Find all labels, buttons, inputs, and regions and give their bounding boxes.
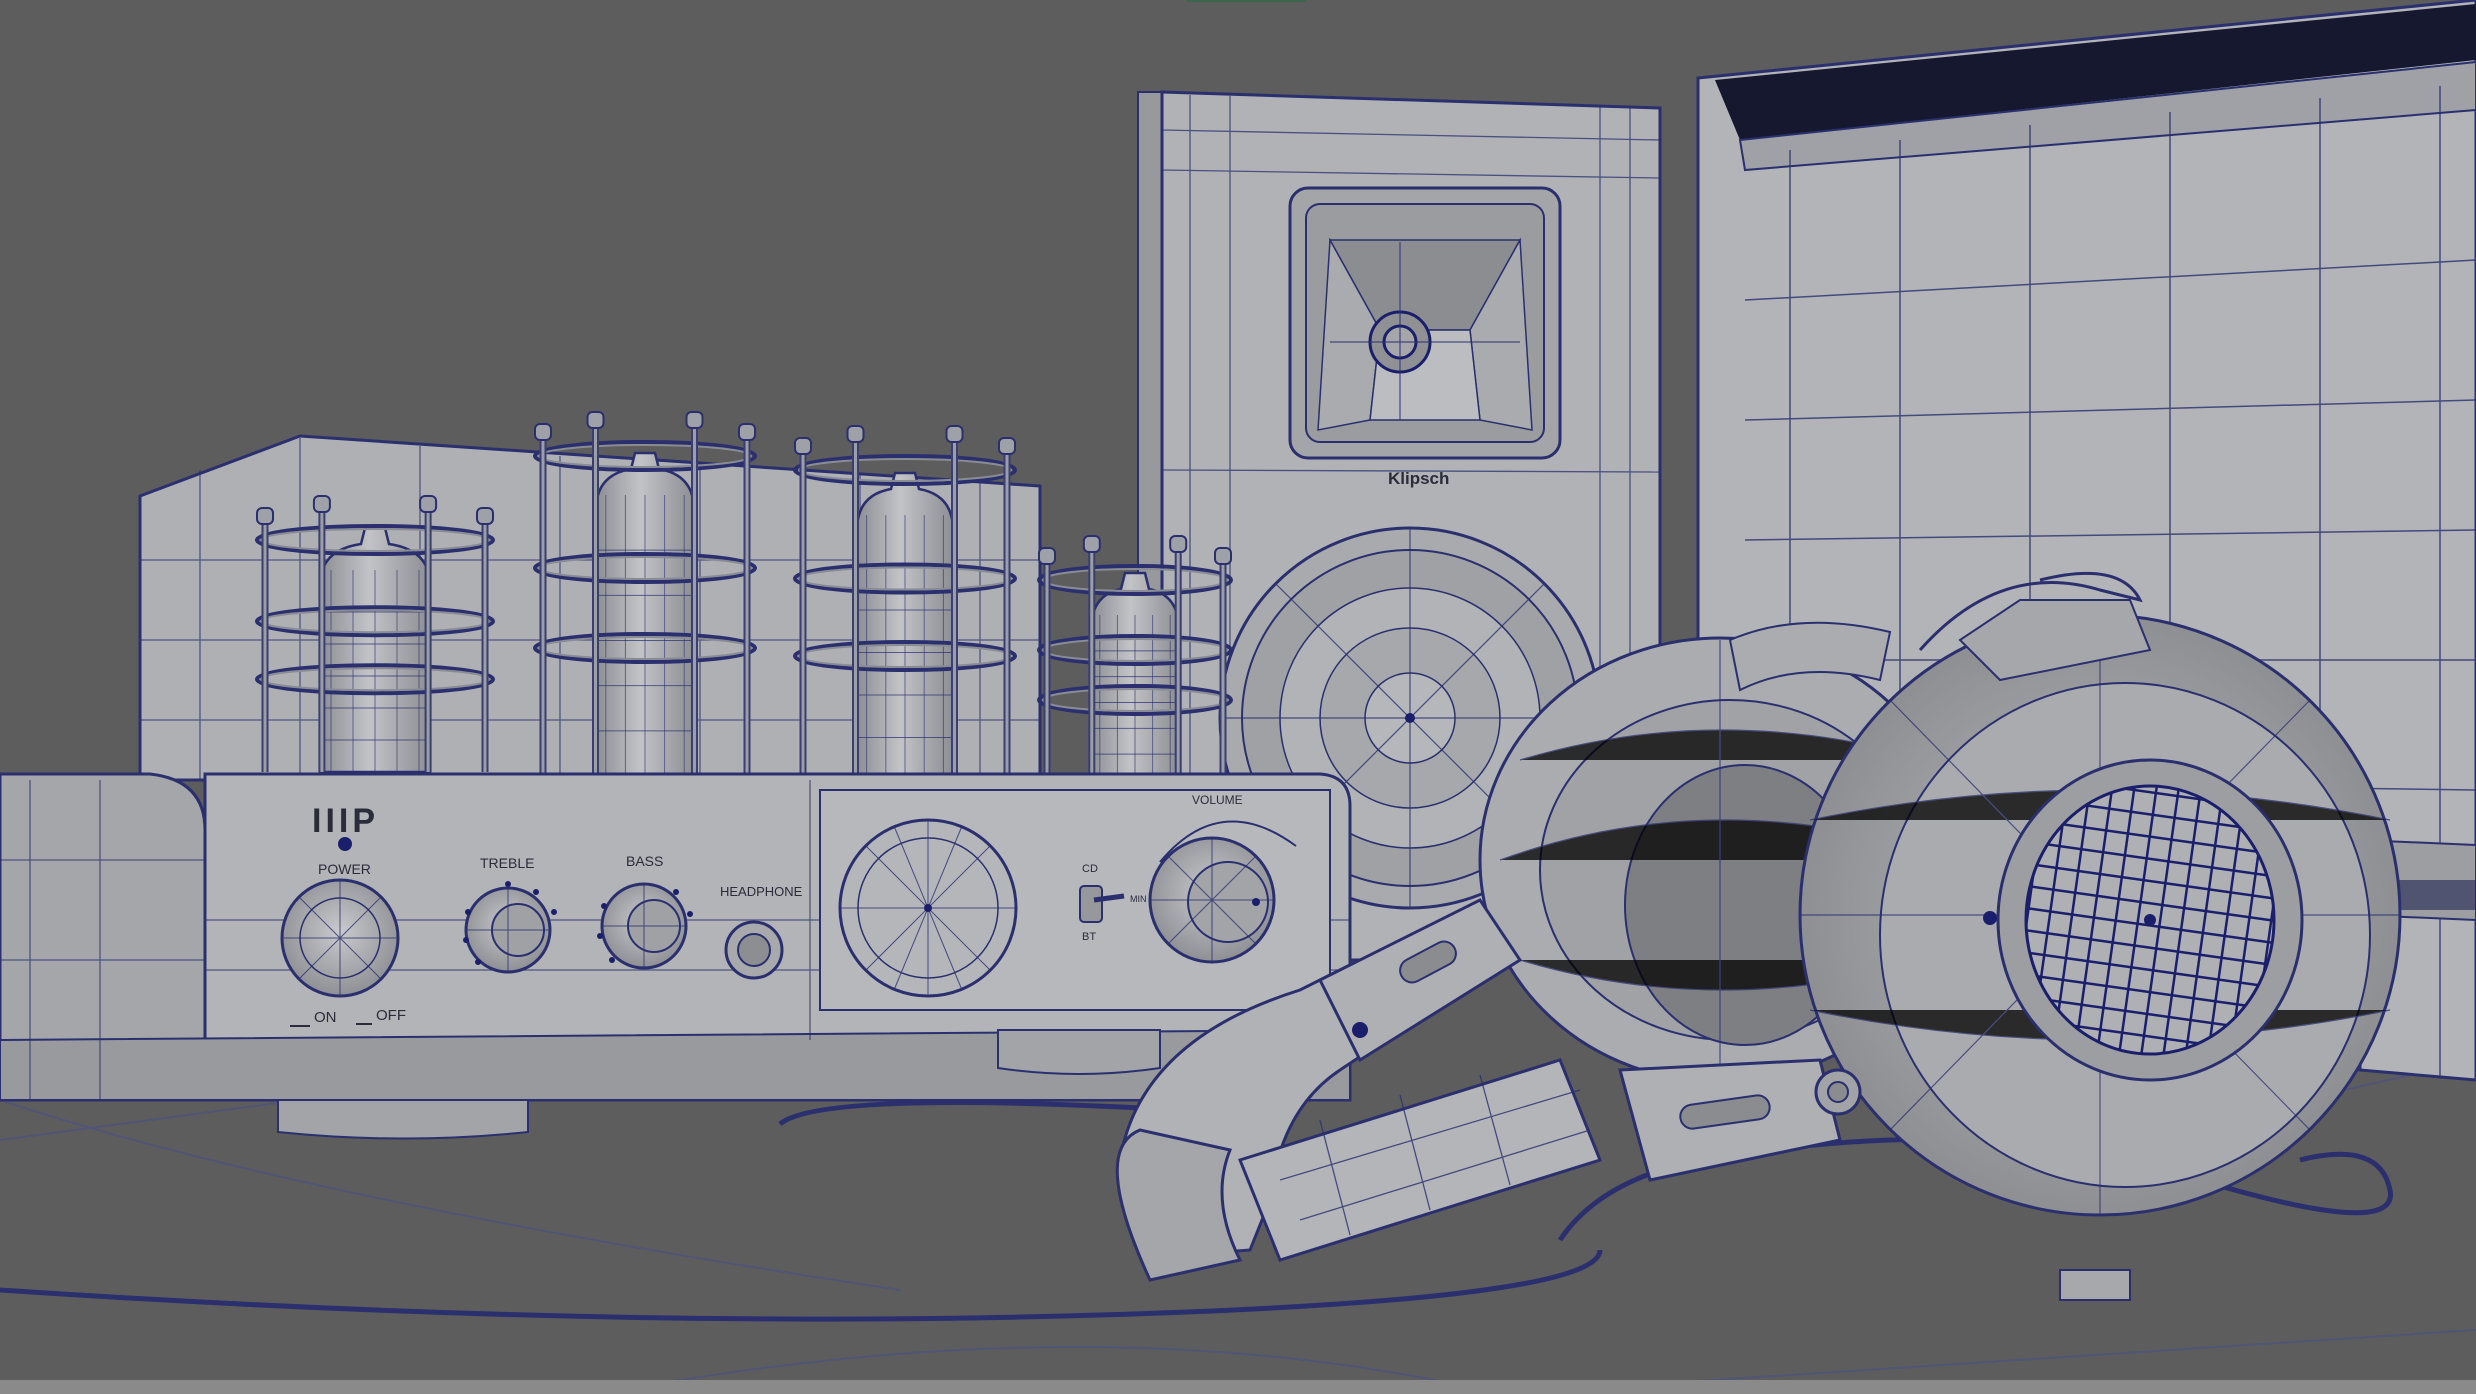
bass-label: BASS (626, 853, 663, 869)
amplifier-front: IIIP POWER TREBLE BASS HEADPHONE VOLUME … (0, 772, 1352, 1140)
min-label: MIN (1130, 894, 1147, 904)
viewport-bottom-edge (0, 1380, 2476, 1394)
on-label: ON (314, 1009, 337, 1026)
amp-logo: IIIP (312, 802, 379, 840)
power-label: POWER (318, 861, 371, 877)
headphone-jack[interactable] (724, 920, 784, 980)
input-selector-dial[interactable] (838, 818, 1018, 998)
volume-label: VOLUME (1192, 793, 1243, 807)
treble-label: TREBLE (480, 855, 534, 871)
3d-viewport[interactable]: Klipsch IIIP POWER TREBLE BASS HEADPHONE… (0, 0, 2476, 1394)
wireframe-scene: Klipsch IIIP POWER TREBLE BASS HEADPHONE… (0, 0, 2476, 1394)
speaker-brand-label: Klipsch (1388, 469, 1449, 488)
headphone-label: HEADPHONE (720, 884, 803, 899)
power-knob[interactable] (280, 878, 400, 998)
cd-label: CD (1082, 863, 1098, 875)
bt-label: BT (1082, 931, 1096, 943)
off-label: OFF (376, 1007, 406, 1024)
